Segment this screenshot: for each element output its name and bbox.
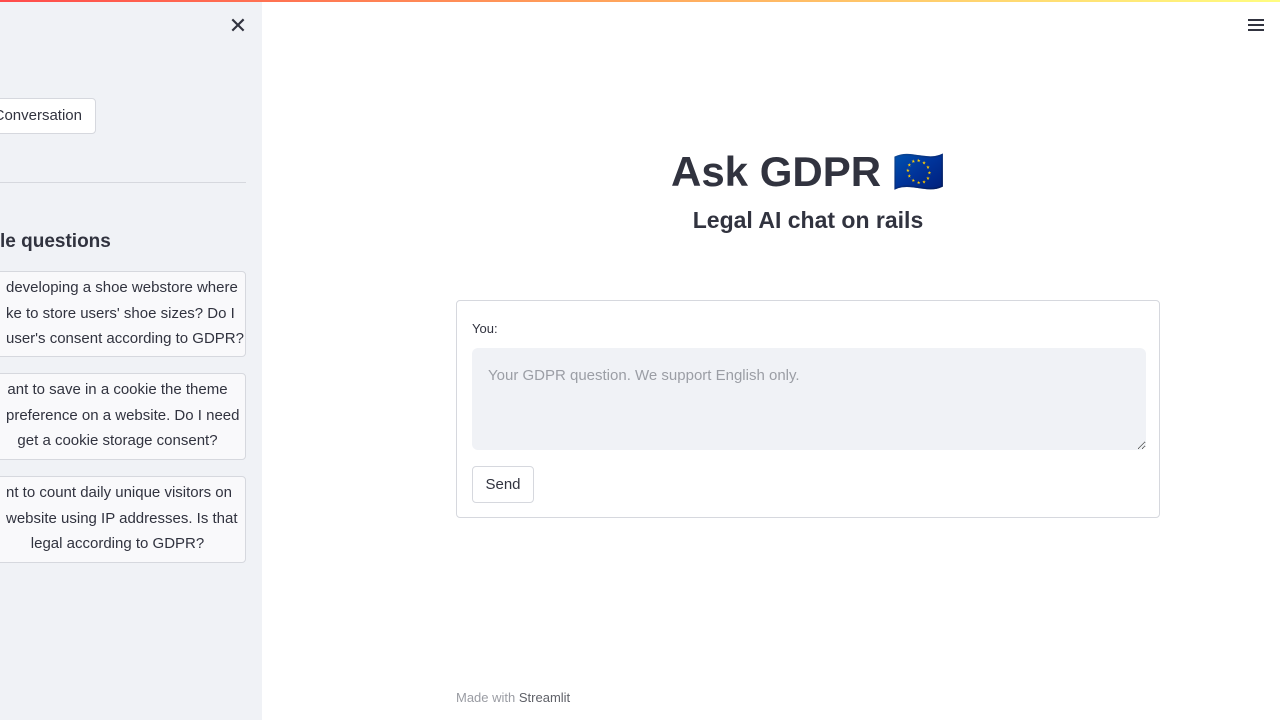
question-input-label: You:: [472, 321, 498, 336]
example-3-line-2: website using IP addresses. Is that: [6, 509, 238, 527]
question-form: You: Send: [456, 300, 1160, 518]
question-input[interactable]: [472, 348, 1146, 450]
example-2-line-1: ant to save in a cookie the theme: [7, 381, 228, 398]
footer-prefix: Made with: [456, 690, 516, 705]
example-question-button-3[interactable]: nt to count daily unique visitors on web…: [0, 476, 246, 563]
example-1-line-3: user's consent according to GDPR?: [6, 330, 244, 347]
page-title: Ask GDPR 🇪🇺: [670, 148, 946, 195]
footer-streamlit-link[interactable]: Streamlit: [519, 690, 570, 705]
page-subtitle: Legal AI chat on rails: [692, 207, 924, 233]
example-question-button-2[interactable]: ant to save in a cookie the theme prefer…: [0, 373, 246, 460]
top-decoration-bar: [0, 0, 1280, 2]
sidebar-divider: [0, 182, 246, 183]
example-3-line-3: legal according to GDPR?: [30, 535, 205, 552]
example-questions-heading-text: le questions: [0, 231, 111, 252]
example-3-line-1: nt to count daily unique visitors on: [6, 484, 232, 501]
example-1-line-1: developing a shoe webstore where: [6, 279, 238, 296]
footer: Made with Streamlit: [456, 690, 570, 705]
new-conversation-button[interactable]: Conversation: [0, 98, 96, 134]
example-2-line-2: preference on a website. Do I need: [6, 406, 240, 424]
sidebar: ✕ Conversation le questions developing a…: [0, 0, 262, 720]
hamburger-menu-icon[interactable]: [1246, 16, 1266, 34]
close-icon[interactable]: ✕: [226, 14, 250, 38]
example-2-line-3: get a cookie storage consent?: [17, 432, 218, 449]
send-button[interactable]: Send: [472, 466, 534, 503]
example-questions-heading: le questions: [0, 231, 230, 253]
example-question-button-1[interactable]: developing a shoe webstore where ke to s…: [0, 271, 246, 357]
example-1-line-2: ke to store users' shoe sizes? Do I: [6, 304, 235, 322]
